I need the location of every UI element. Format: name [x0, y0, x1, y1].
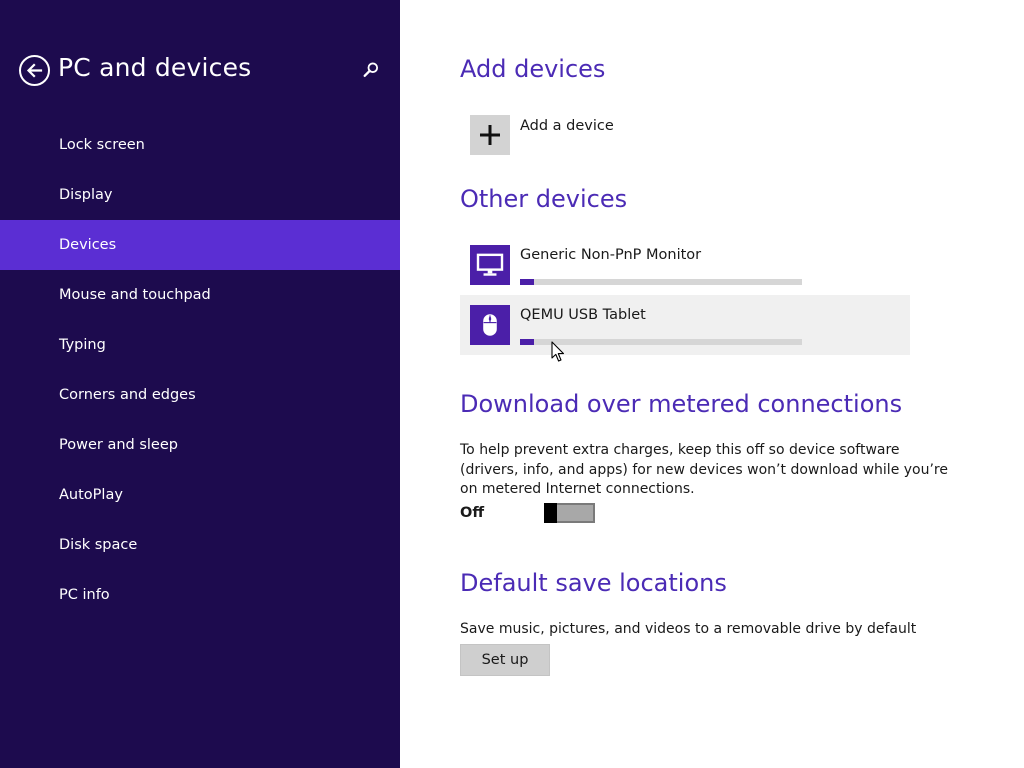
back-arrow-icon — [26, 63, 43, 78]
save-locations-heading: Default save locations — [460, 569, 727, 597]
sidebar-item-mouse-and-touchpad[interactable]: Mouse and touchpad — [0, 270, 400, 320]
main-content: Add devices Add a device Other devices G… — [400, 0, 1024, 768]
sidebar-item-display[interactable]: Display — [0, 170, 400, 220]
add-device-tile — [470, 115, 510, 155]
metered-toggle-state: Off — [460, 505, 485, 521]
add-device-button[interactable]: Add a device — [470, 115, 614, 155]
back-button[interactable] — [19, 55, 50, 86]
sidebar-item-devices[interactable]: Devices — [0, 220, 400, 270]
device-name: QEMU USB Tablet — [520, 307, 646, 323]
sidebar-item-autoplay[interactable]: AutoPlay — [0, 470, 400, 520]
device-icon-tile — [470, 245, 510, 285]
sidebar-item-typing[interactable]: Typing — [0, 320, 400, 370]
sidebar-item-corners-and-edges[interactable]: Corners and edges — [0, 370, 400, 420]
device-icon-tile — [470, 305, 510, 345]
device-row-usb-tablet[interactable]: QEMU USB Tablet — [460, 295, 910, 355]
sidebar-item-power-and-sleep[interactable]: Power and sleep — [0, 420, 400, 470]
device-progress-fill — [520, 339, 535, 345]
sidebar: PC and devices Lock screen Display Devic… — [0, 0, 400, 768]
save-locations-description: Save music, pictures, and videos to a re… — [460, 621, 917, 637]
metered-heading: Download over metered connections — [460, 390, 903, 418]
search-icon — [363, 62, 379, 78]
sidebar-item-lock-screen[interactable]: Lock screen — [0, 120, 400, 170]
mouse-icon — [483, 314, 497, 336]
page-title: PC and devices — [58, 53, 252, 82]
metered-toggle[interactable] — [544, 503, 595, 523]
add-device-label: Add a device — [520, 118, 614, 134]
search-button[interactable] — [361, 60, 381, 80]
device-name: Generic Non-PnP Monitor — [520, 247, 702, 263]
setup-button[interactable]: Set up — [460, 644, 550, 676]
add-devices-heading: Add devices — [460, 55, 606, 83]
monitor-icon — [476, 253, 504, 276]
device-progress-bar — [520, 339, 802, 345]
sidebar-nav: Lock screen Display Devices Mouse and to… — [0, 120, 400, 620]
device-row-monitor[interactable]: Generic Non-PnP Monitor — [460, 235, 910, 295]
metered-description: To help prevent extra charges, keep this… — [460, 442, 948, 497]
plus-icon — [480, 125, 500, 145]
sidebar-item-disk-space[interactable]: Disk space — [0, 520, 400, 570]
device-progress-fill — [520, 279, 535, 285]
other-devices-heading: Other devices — [460, 185, 628, 213]
toggle-knob — [544, 503, 557, 523]
sidebar-item-pc-info[interactable]: PC info — [0, 570, 400, 620]
pc-settings-window: PC and devices Lock screen Display Devic… — [0, 0, 1024, 768]
device-progress-bar — [520, 279, 802, 285]
